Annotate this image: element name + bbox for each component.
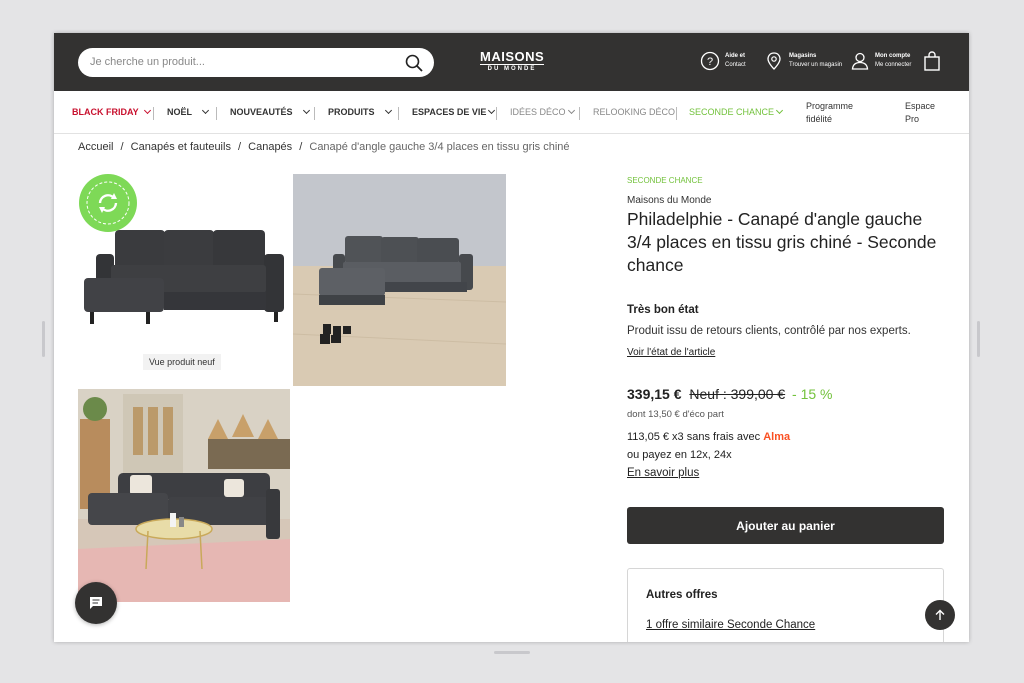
search-bar[interactable]: Je cherche un produit... bbox=[78, 48, 434, 77]
nav-nouveautes[interactable]: NOUVEAUTÉS bbox=[230, 106, 310, 117]
condition-title: Très bon état bbox=[627, 304, 699, 316]
browser-page: Je cherche un produit... MAISONS DU MOND… bbox=[54, 33, 969, 642]
chevron-down-icon bbox=[302, 106, 310, 115]
chevron-down-icon bbox=[488, 106, 496, 115]
nav-divider bbox=[579, 107, 580, 120]
nav-divider bbox=[496, 107, 497, 120]
breadcrumb-sofas[interactable]: Canapés bbox=[248, 141, 292, 153]
chat-button[interactable] bbox=[75, 582, 117, 624]
breadcrumb-home[interactable]: Accueil bbox=[78, 141, 113, 153]
original-price: Neuf : 399,00 € bbox=[689, 386, 786, 402]
current-price: 339,15 € bbox=[627, 386, 682, 402]
breadcrumb-sofas-armchairs[interactable]: Canapés et fauteuils bbox=[131, 141, 231, 153]
nav-divider bbox=[216, 107, 217, 120]
nav-label: NOUVEAUTÉS bbox=[230, 107, 293, 117]
search-icon[interactable] bbox=[404, 53, 424, 73]
chevron-down-icon bbox=[775, 106, 784, 115]
breadcrumb-separator: / bbox=[238, 141, 242, 153]
nav-label: ESPACES DE VIE bbox=[412, 107, 487, 117]
logo-text-main: MAISONS bbox=[480, 49, 545, 64]
main-nav: BLACK FRIDAY NOËL NOUVEAUTÉS PRODUITS ES… bbox=[54, 91, 969, 134]
breadcrumb: Accueil / Canapés et fauteuils / Canapés… bbox=[78, 141, 574, 153]
condition-description: Produit issu de retours clients, contrôl… bbox=[627, 325, 911, 337]
help-icon: ? bbox=[700, 51, 720, 71]
account-title: Mon compte bbox=[875, 53, 911, 59]
other-offers-box: Autres offres 1 offre similaire Seconde … bbox=[627, 568, 944, 642]
nav-label: IDÉES DÉCO bbox=[510, 107, 566, 117]
chevron-down-icon bbox=[384, 106, 392, 115]
breadcrumb-separator: / bbox=[299, 141, 303, 153]
nav-seconde-chance[interactable]: SECONDE CHANCE bbox=[689, 106, 784, 117]
living-room-illustration bbox=[78, 389, 290, 602]
other-offers-title: Autres offres bbox=[646, 589, 718, 601]
right-window-handle[interactable] bbox=[977, 321, 980, 357]
installment-amount: 113,05 € x3 sans frais bbox=[627, 431, 734, 443]
seconde-chance-label[interactable]: SECONDE CHANCE bbox=[627, 176, 947, 185]
search-input[interactable]: Je cherche un produit... bbox=[90, 56, 205, 68]
chevron-down-icon bbox=[143, 106, 151, 115]
product-title: Philadelphie - Canapé d'angle gauche 3/4… bbox=[627, 209, 937, 275]
nav-black-friday[interactable]: BLACK FRIDAY bbox=[72, 106, 151, 117]
condition-link[interactable]: Voir l'état de l'article bbox=[627, 347, 947, 358]
nav-relooking-deco[interactable]: RELOOKING DÉCO bbox=[593, 107, 675, 117]
nav-label: PRODUITS bbox=[328, 107, 375, 117]
svg-text:?: ? bbox=[707, 56, 713, 68]
nav-espaces-de-vie[interactable]: ESPACES DE VIE bbox=[412, 106, 496, 117]
alma-logo: Alma bbox=[763, 431, 791, 443]
nav-label: SECONDE CHANCE bbox=[689, 107, 775, 117]
eco-part: dont 13,50 € d'éco part bbox=[627, 409, 724, 420]
product-image-real[interactable] bbox=[293, 174, 506, 386]
nav-divider bbox=[153, 107, 154, 120]
user-icon bbox=[851, 52, 869, 70]
nav-divider bbox=[314, 107, 315, 120]
help-sub: Contact bbox=[725, 62, 746, 68]
price-row: 339,15 € Neuf : 399,00 € - 15 % bbox=[627, 386, 947, 402]
chevron-down-icon bbox=[567, 106, 575, 115]
nav-espace-pro[interactable]: Espace Pro bbox=[905, 100, 945, 126]
breadcrumb-current: Canapé d'angle gauche 3/4 places en tiss… bbox=[309, 141, 570, 153]
bottom-window-handle[interactable] bbox=[494, 651, 530, 654]
chevron-down-icon bbox=[201, 106, 210, 115]
help-contact-link[interactable]: ? Aide et Contact bbox=[700, 51, 746, 71]
sofa-room-illustration bbox=[293, 174, 506, 386]
installment-offer: 113,05 € x3 sans frais avec Alma bbox=[627, 431, 947, 443]
product-image-lifestyle[interactable] bbox=[78, 389, 290, 602]
seconde-chance-badge bbox=[79, 174, 137, 232]
nav-label: BLACK FRIDAY bbox=[72, 107, 139, 117]
nav-divider bbox=[398, 107, 399, 120]
product-brand: Maisons du Monde bbox=[627, 195, 712, 206]
new-product-view-tag: Vue produit neuf bbox=[143, 354, 221, 370]
similar-offer-link[interactable]: 1 offre similaire Seconde Chance bbox=[646, 619, 815, 631]
nav-produits[interactable]: PRODUITS bbox=[328, 106, 392, 117]
nav-programme-fidelite[interactable]: Programme fidélité bbox=[806, 100, 876, 126]
stores-title: Magasins bbox=[789, 53, 817, 59]
left-window-handle[interactable] bbox=[42, 321, 45, 357]
stores-sub: Trouver un magasin bbox=[789, 62, 843, 68]
add-to-cart-button[interactable]: Ajouter au panier bbox=[627, 507, 944, 544]
back-to-top-button[interactable] bbox=[925, 600, 955, 630]
shopping-bag-icon[interactable] bbox=[923, 51, 941, 71]
nav-idees-deco[interactable]: IDÉES DÉCO bbox=[510, 106, 575, 117]
stores-link[interactable]: Magasins Trouver un magasin bbox=[764, 51, 842, 71]
logo-text-sub: DU MONDE bbox=[480, 64, 544, 72]
learn-more-link[interactable]: En savoir plus bbox=[627, 467, 947, 479]
account-link[interactable]: Mon compte Me connecter bbox=[850, 51, 911, 71]
account-sub: Me connecter bbox=[875, 62, 912, 68]
recycle-icon bbox=[86, 181, 130, 225]
location-pin-icon bbox=[767, 52, 781, 70]
discount-badge: - 15 % bbox=[792, 386, 833, 402]
installment-with: avec bbox=[736, 431, 761, 443]
help-title: Aide et bbox=[725, 53, 746, 59]
nav-label: RELOOKING DÉCO bbox=[593, 107, 676, 117]
arrow-up-icon bbox=[935, 609, 945, 620]
breadcrumb-separator: / bbox=[120, 141, 124, 153]
alt-payment: ou payez en 12x, 24x bbox=[627, 449, 732, 461]
chat-icon bbox=[90, 597, 102, 609]
nav-divider bbox=[676, 107, 677, 120]
nav-label: NOËL bbox=[167, 107, 193, 117]
nav-noel[interactable]: NOËL bbox=[167, 106, 210, 117]
top-header: Je cherche un produit... MAISONS DU MOND… bbox=[54, 33, 969, 91]
maisons-du-monde-logo[interactable]: MAISONS DU MONDE bbox=[480, 50, 544, 72]
